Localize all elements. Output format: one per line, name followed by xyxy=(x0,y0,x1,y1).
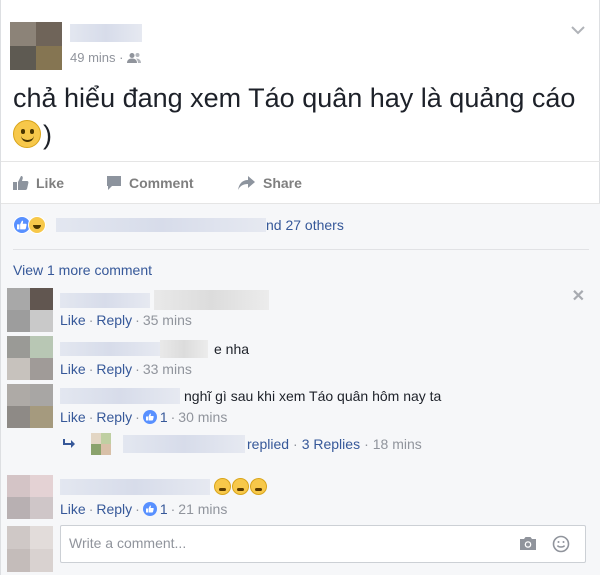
author-avatar[interactable] xyxy=(10,22,62,70)
divider xyxy=(13,249,589,250)
view-replies-link[interactable]: 3 Replies xyxy=(302,436,360,452)
comment-text xyxy=(60,290,269,310)
comment-footer: Like · Reply · 1 · 21 mins xyxy=(60,501,228,517)
comment-time[interactable]: 30 mins xyxy=(178,409,227,425)
replies-summary[interactable]: replied · 3 Replies · 18 mins xyxy=(63,433,422,455)
tired-face-icon xyxy=(232,478,249,495)
comment-input[interactable] xyxy=(69,535,489,551)
replied-text[interactable]: replied xyxy=(247,436,289,452)
comment-text-value: e nha xyxy=(214,341,250,357)
haha-reaction-icon xyxy=(28,216,46,234)
replier-name[interactable] xyxy=(123,435,245,453)
comment-like-link[interactable]: Like xyxy=(60,312,86,328)
camera-icon[interactable] xyxy=(519,536,537,556)
commenter-name[interactable] xyxy=(60,342,160,356)
comment-text-blurred xyxy=(153,290,269,310)
self-avatar[interactable] xyxy=(7,526,53,572)
commenter-avatar[interactable] xyxy=(7,475,53,519)
like-count-icon xyxy=(142,502,157,516)
tired-face-icon xyxy=(214,478,231,495)
like-button[interactable]: Like xyxy=(13,175,64,191)
comment-icon xyxy=(107,175,121,190)
comment-text-value: nghĩ gì sau khi xem Táo quân hôm nay ta xyxy=(184,388,442,404)
comment-text: nghĩ gì sau khi xem Táo quân hôm nay ta xyxy=(60,388,441,404)
smile-icon xyxy=(13,120,41,148)
thumbs-up-icon xyxy=(13,175,29,190)
reactions-count-text[interactable]: nd 27 others xyxy=(266,217,344,233)
commenter-avatar[interactable] xyxy=(7,336,53,380)
close-icon[interactable]: ✕ xyxy=(572,286,585,306)
comment-text xyxy=(60,478,267,495)
commenter-name[interactable] xyxy=(60,292,150,308)
comment-reply-link[interactable]: Reply xyxy=(96,501,132,517)
like-count[interactable]: 1 xyxy=(160,501,168,517)
post-timestamp[interactable]: 49 mins · xyxy=(70,50,123,65)
comment-like-link[interactable]: Like xyxy=(60,409,86,425)
comment-footer: Like · Reply · 1 · 30 mins xyxy=(60,409,228,425)
emoji-icon[interactable] xyxy=(552,535,570,558)
commenter-avatar[interactable] xyxy=(7,288,53,332)
like-label: Like xyxy=(36,174,65,191)
reactions-summary[interactable]: nd 27 others xyxy=(13,216,344,234)
comment-text-blurred xyxy=(160,340,208,358)
comment-label: Comment xyxy=(129,174,194,191)
comment-footer: Like · Reply · 35 mins xyxy=(60,312,192,328)
commenter-name[interactable] xyxy=(60,388,180,404)
reactors-names[interactable] xyxy=(56,218,266,232)
post-body: chả hiểu đang xem Táo quân hay là quảng … xyxy=(13,83,576,113)
share-icon xyxy=(238,175,255,190)
share-button[interactable]: Share xyxy=(238,175,302,191)
comments-section: nd 27 others View 1 more comment ✕ Like ·… xyxy=(1,203,600,575)
comment-reply-link[interactable]: Reply xyxy=(96,361,132,377)
replier-avatar[interactable] xyxy=(91,433,111,455)
comment-reply-link[interactable]: Reply xyxy=(96,312,132,328)
comment-time[interactable]: 33 mins xyxy=(143,361,192,377)
comment-time[interactable]: 21 mins xyxy=(178,501,227,517)
comment-time[interactable]: 35 mins xyxy=(143,312,192,328)
post-body-suffix: ) xyxy=(43,120,52,150)
commenter-avatar[interactable] xyxy=(7,384,53,428)
comment-button[interactable]: Comment xyxy=(106,175,194,191)
comment-composer xyxy=(60,525,586,563)
replies-time: 18 mins xyxy=(372,436,422,452)
comment-text: e nha xyxy=(60,340,249,358)
chevron-down-icon[interactable] xyxy=(571,22,585,40)
post-card: 49 mins · chả hiểu đang xem Táo quân hay… xyxy=(0,0,600,575)
share-label: Share xyxy=(263,174,302,191)
comment-like-link[interactable]: Like xyxy=(60,501,86,517)
like-count[interactable]: 1 xyxy=(160,409,168,425)
author-name[interactable] xyxy=(70,24,142,42)
view-more-comments-link[interactable]: View 1 more comment xyxy=(13,262,152,278)
tired-face-icon xyxy=(250,478,267,495)
commenter-name[interactable] xyxy=(60,478,210,495)
reply-arrow-icon xyxy=(63,439,75,448)
post-text: chả hiểu đang xem Táo quân hay là quảng … xyxy=(13,80,583,154)
action-bar: Like Comment Share xyxy=(1,161,600,203)
comment-reply-link[interactable]: Reply xyxy=(96,409,132,425)
comment-footer: Like · Reply · 33 mins xyxy=(60,361,192,377)
comment-like-link[interactable]: Like xyxy=(60,361,86,377)
like-count-icon xyxy=(142,410,157,424)
post-meta: 49 mins · xyxy=(70,50,142,65)
friends-icon[interactable] xyxy=(127,52,142,64)
